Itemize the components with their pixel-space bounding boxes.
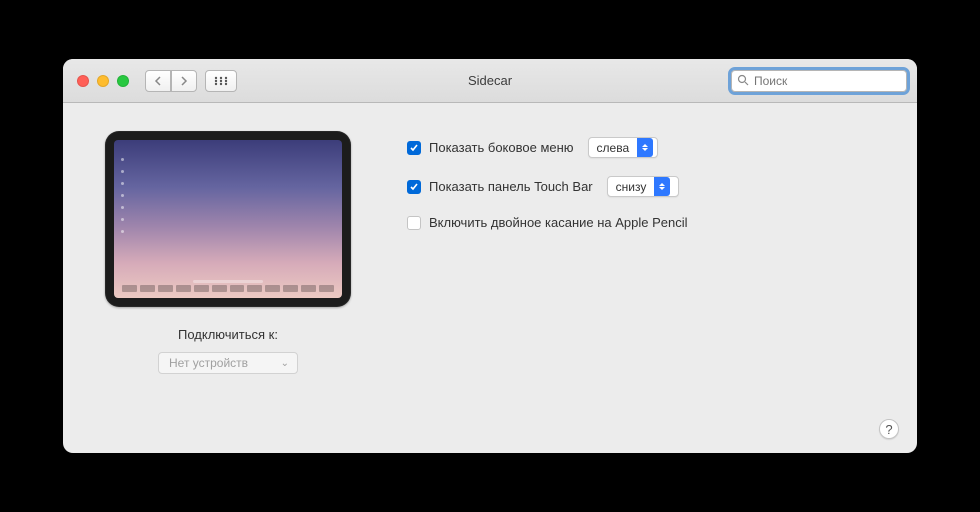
search-input[interactable] bbox=[731, 70, 907, 92]
show-touchbar-label: Показать панель Touch Bar bbox=[429, 179, 593, 194]
touchbar-position-select[interactable]: снизу bbox=[607, 176, 679, 197]
maximize-button[interactable] bbox=[117, 75, 129, 87]
nav-buttons bbox=[145, 70, 197, 92]
option-touchbar-row: Показать панель Touch Bar снизу bbox=[407, 176, 887, 197]
stepper-arrows-icon bbox=[637, 138, 653, 157]
ipad-preview bbox=[105, 131, 351, 307]
stepper-arrows-icon bbox=[654, 177, 670, 196]
device-select-value: Нет устройств bbox=[169, 356, 248, 370]
touchbar-position-value: снизу bbox=[616, 180, 647, 194]
connect-to-label: Подключиться к: bbox=[178, 327, 278, 342]
home-indicator-icon bbox=[193, 280, 263, 283]
sidebar-preview-icon bbox=[121, 158, 124, 233]
close-button[interactable] bbox=[77, 75, 89, 87]
option-doubletap-row: Включить двойное касание на Apple Pencil bbox=[407, 215, 887, 230]
show-all-button[interactable] bbox=[205, 70, 237, 92]
option-sidebar-row: Показать боковое меню слева bbox=[407, 137, 887, 158]
sidebar-position-value: слева bbox=[597, 141, 630, 155]
forward-button[interactable] bbox=[171, 70, 197, 92]
sidebar-position-select[interactable]: слева bbox=[588, 137, 658, 158]
chevron-down-icon: ⌄ bbox=[281, 358, 289, 369]
left-column: Подключиться к: Нет устройств ⌄ bbox=[93, 131, 363, 437]
back-button[interactable] bbox=[145, 70, 171, 92]
traffic-lights bbox=[73, 75, 129, 87]
preferences-window: Sidecar Подключиться к: bbox=[63, 59, 917, 453]
show-sidebar-label: Показать боковое меню bbox=[429, 140, 574, 155]
show-touchbar-checkbox[interactable] bbox=[407, 180, 421, 194]
titlebar: Sidecar bbox=[63, 59, 917, 103]
options-column: Показать боковое меню слева Показать пан… bbox=[407, 131, 887, 437]
device-select[interactable]: Нет устройств ⌄ bbox=[158, 352, 298, 374]
touchbar-preview-icon bbox=[122, 285, 334, 292]
content-area: Подключиться к: Нет устройств ⌄ Показать… bbox=[63, 103, 917, 453]
ipad-screen bbox=[114, 140, 342, 298]
show-sidebar-checkbox[interactable] bbox=[407, 141, 421, 155]
doubletap-label: Включить двойное касание на Apple Pencil bbox=[429, 215, 688, 230]
search-wrap bbox=[731, 70, 907, 92]
help-button[interactable]: ? bbox=[879, 419, 899, 439]
doubletap-checkbox[interactable] bbox=[407, 216, 421, 230]
search-icon bbox=[737, 74, 749, 89]
minimize-button[interactable] bbox=[97, 75, 109, 87]
